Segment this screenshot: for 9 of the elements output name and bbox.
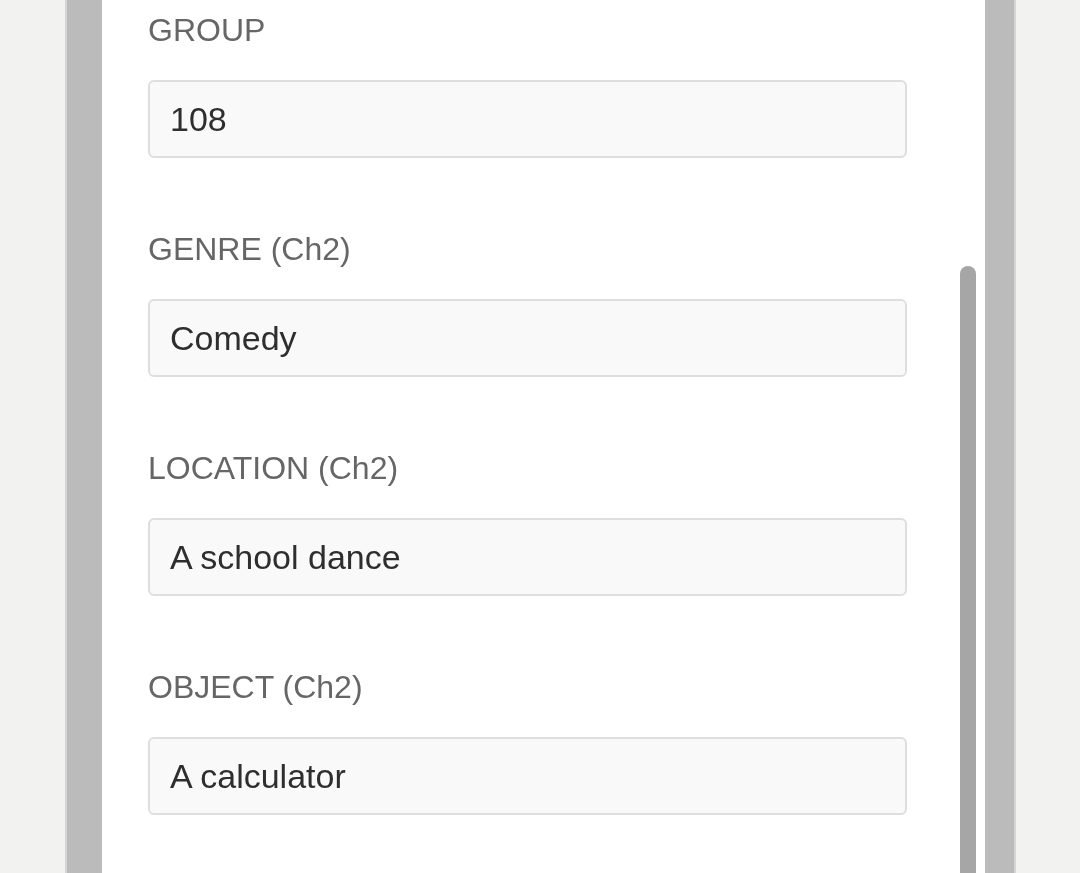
input-field[interactable]: A school dance — [148, 518, 907, 596]
field-label: LOCATION (Ch2) — [148, 449, 400, 488]
field-label: OBJECT (Ch2) — [148, 668, 364, 707]
scrollbar-thumb[interactable] — [960, 266, 976, 873]
input-field[interactable]: A calculator — [148, 737, 907, 815]
field-label: GROUP — [148, 11, 267, 50]
field-label: GENRE (Ch2) — [148, 230, 352, 269]
input-field[interactable]: 108 — [148, 80, 907, 158]
input-field[interactable]: Comedy — [148, 299, 907, 377]
